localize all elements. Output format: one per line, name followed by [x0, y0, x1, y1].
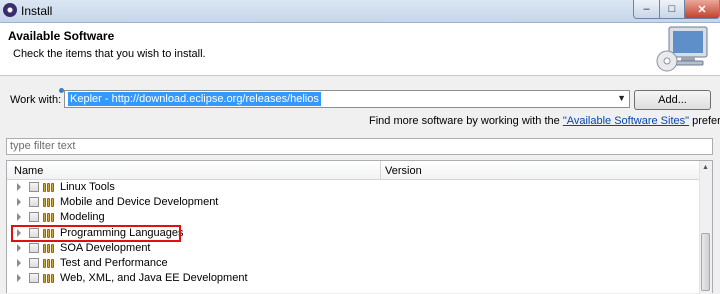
expand-icon[interactable]	[17, 213, 21, 221]
page-subtitle: Check the items that you wish to install…	[13, 48, 206, 60]
maximize-button[interactable]: □	[659, 0, 685, 19]
category-icon	[43, 274, 57, 283]
add-site-button[interactable]: Add...	[634, 90, 711, 110]
filter-input[interactable]: type filter text	[6, 138, 713, 155]
work-with-label: Work with:	[10, 94, 62, 106]
checkbox[interactable]	[29, 182, 39, 192]
minimize-button[interactable]: –	[633, 0, 660, 19]
checkbox[interactable]	[29, 212, 39, 222]
item-label: Modeling	[60, 211, 105, 223]
work-with-combo[interactable]: Kepler - http://download.eclipse.org/rel…	[64, 90, 630, 108]
expand-icon[interactable]	[17, 259, 21, 267]
column-divider[interactable]	[380, 161, 381, 179]
install-monitor-icon	[656, 26, 708, 72]
close-button[interactable]: ✕	[684, 0, 720, 19]
list-item[interactable]: Linux Tools	[7, 180, 701, 195]
list-item[interactable]: Web, XML, and Java EE Development	[7, 271, 701, 286]
work-with-value: Kepler - http://download.eclipse.org/rel…	[68, 92, 321, 106]
list-item[interactable]: Mobile and Device Development	[7, 195, 701, 210]
checkbox[interactable]	[29, 258, 39, 268]
title-bar: Install – □ ✕	[0, 0, 720, 23]
expand-icon[interactable]	[17, 183, 21, 191]
table-header: Name Version	[7, 161, 701, 180]
highlight-box	[11, 225, 181, 242]
expand-icon[interactable]	[17, 274, 21, 282]
scrollbar-thumb[interactable]	[701, 233, 710, 291]
eclipse-icon	[3, 3, 17, 17]
dropdown-arrow-icon[interactable]: ▼	[617, 93, 626, 103]
column-version-header[interactable]: Version	[385, 165, 422, 177]
expand-icon[interactable]	[17, 244, 21, 252]
category-icon	[43, 213, 57, 222]
checkbox[interactable]	[29, 243, 39, 253]
item-label: Web, XML, and Java EE Development	[60, 272, 248, 284]
category-icon	[43, 183, 57, 192]
checkbox[interactable]	[29, 273, 39, 283]
list-item[interactable]: Modeling	[7, 210, 701, 225]
item-label: SOA Development	[60, 242, 151, 254]
scroll-up-icon[interactable]: ▲	[702, 164, 709, 171]
item-label: Mobile and Device Development	[60, 196, 219, 208]
checkbox[interactable]	[29, 197, 39, 207]
expand-icon[interactable]	[17, 198, 21, 206]
category-icon	[43, 259, 57, 268]
list-item[interactable]: Test and Performance	[7, 256, 701, 271]
wizard-header: Available Software Check the items that …	[0, 23, 720, 76]
item-label: Test and Performance	[60, 257, 168, 269]
page-title: Available Software	[8, 29, 115, 43]
find-more-text: Find more software by working with the "…	[369, 115, 720, 127]
column-name-header[interactable]: Name	[14, 165, 43, 177]
category-icon	[43, 198, 57, 207]
category-icon	[43, 244, 57, 253]
vertical-scrollbar[interactable]: ▲	[699, 161, 712, 294]
available-software-sites-link[interactable]: "Available Software Sites"	[563, 115, 689, 127]
item-label: Linux Tools	[60, 181, 115, 193]
list-item[interactable]: SOA Development	[7, 241, 701, 256]
window-title: Install	[21, 4, 53, 18]
